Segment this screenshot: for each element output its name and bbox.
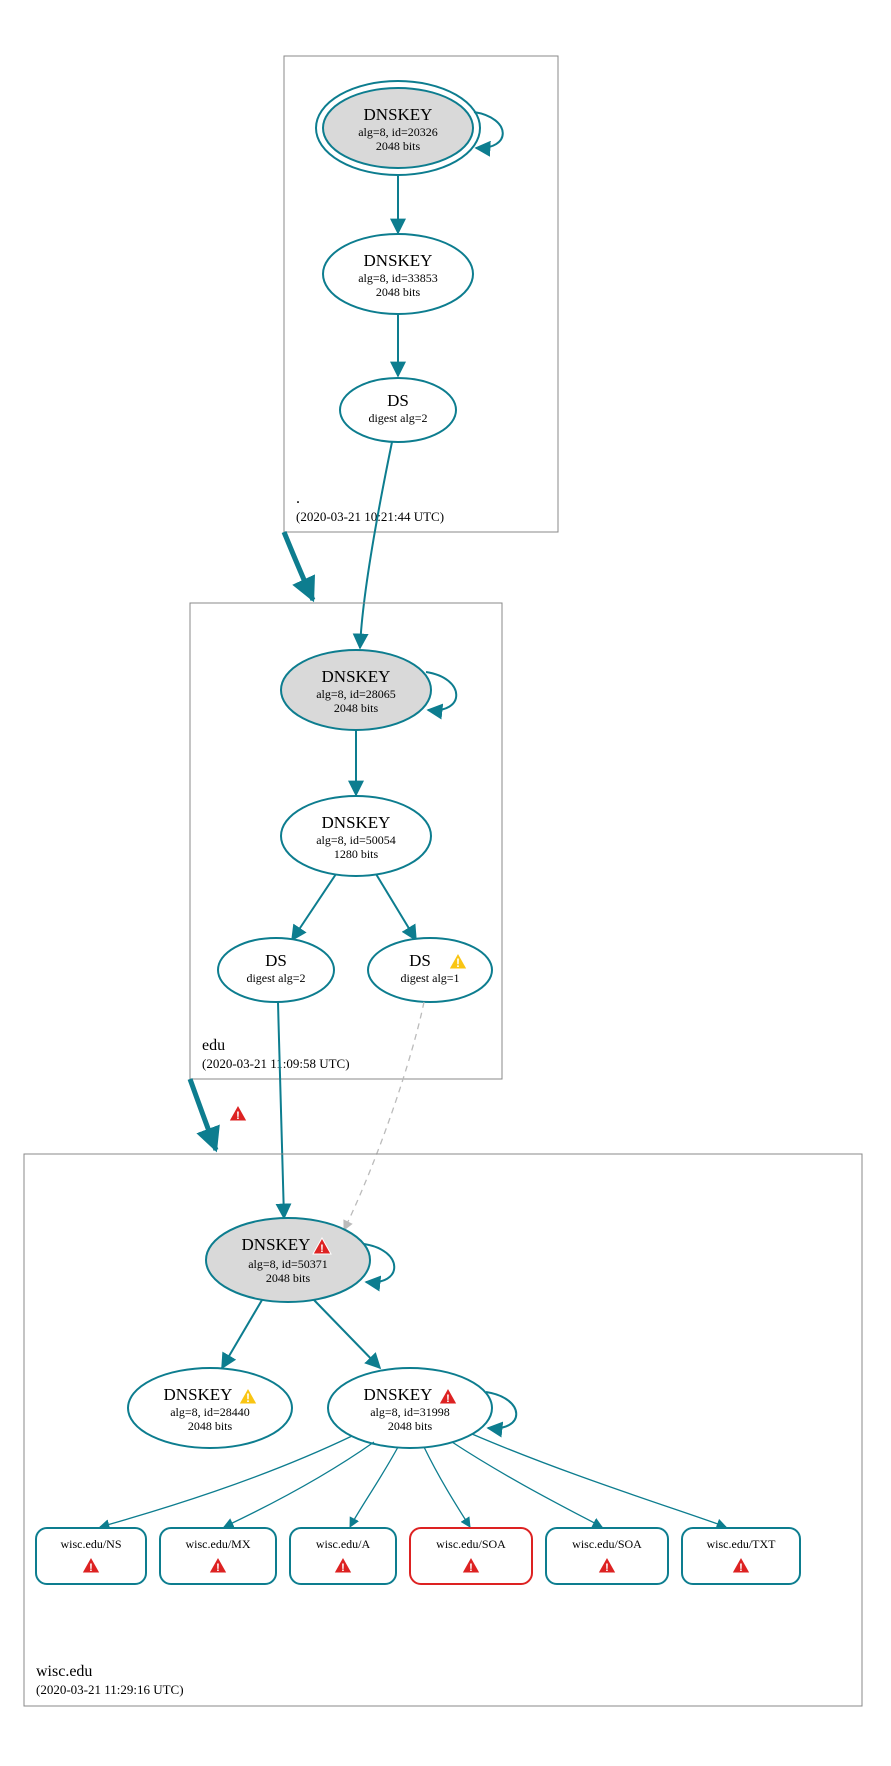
edge-edu-ds2-to-wisc-ksk xyxy=(278,1002,284,1218)
svg-text:!: ! xyxy=(216,1562,220,1574)
svg-text:2048 bits: 2048 bits xyxy=(188,1419,233,1433)
edge-root-ds-to-edu-ksk xyxy=(360,442,392,648)
node-edu-ksk: DNSKEY alg=8, id=28065 2048 bits xyxy=(281,650,431,730)
svg-text:wisc.edu/MX: wisc.edu/MX xyxy=(186,1537,251,1551)
edge-edu-zsk-to-ds2 xyxy=(292,874,336,940)
rrset-a: wisc.edu/A ! xyxy=(290,1528,396,1584)
node-wisc-ksk: DNSKEY alg=8, id=50371 2048 bits ! xyxy=(206,1218,370,1302)
svg-text:DS: DS xyxy=(409,951,431,970)
svg-text:alg=8, id=31998: alg=8, id=31998 xyxy=(370,1405,450,1419)
svg-text:alg=8, id=50054: alg=8, id=50054 xyxy=(316,833,396,847)
edge-zskB-to-mx xyxy=(224,1442,374,1527)
svg-text:DNSKEY: DNSKEY xyxy=(364,251,433,270)
edge-zskB-to-soa2 xyxy=(452,1442,602,1527)
svg-text:digest alg=1: digest alg=1 xyxy=(400,971,459,985)
edge-delegation-edu-to-wisc xyxy=(190,1079,216,1150)
svg-text:!: ! xyxy=(341,1562,345,1574)
node-root-ds: DS digest alg=2 xyxy=(340,378,456,442)
svg-text:DNSKEY: DNSKEY xyxy=(322,813,391,832)
edge-delegation-root-to-edu xyxy=(284,532,313,600)
node-edu-zsk: DNSKEY alg=8, id=50054 1280 bits xyxy=(281,796,431,876)
edge-zskB-to-a xyxy=(350,1447,398,1527)
error-icon: ! xyxy=(229,1105,247,1122)
edge-zskB-to-txt xyxy=(472,1434,726,1527)
svg-text:!: ! xyxy=(320,1243,324,1255)
svg-text:wisc.edu/SOA: wisc.edu/SOA xyxy=(572,1537,642,1551)
svg-text:!: ! xyxy=(236,1110,240,1122)
svg-text:wisc.edu/NS: wisc.edu/NS xyxy=(61,1537,122,1551)
svg-text:!: ! xyxy=(89,1562,93,1574)
svg-text:wisc.edu/A: wisc.edu/A xyxy=(316,1537,371,1551)
svg-text:wisc.edu/TXT: wisc.edu/TXT xyxy=(707,1537,777,1551)
edge-zskB-to-soa1 xyxy=(424,1447,470,1527)
rrset-txt: wisc.edu/TXT ! xyxy=(682,1528,800,1584)
node-wisc-zskA: DNSKEY alg=8, id=28440 2048 bits ! xyxy=(128,1368,292,1448)
svg-text:2048 bits: 2048 bits xyxy=(266,1271,311,1285)
svg-text:alg=8, id=20326: alg=8, id=20326 xyxy=(358,125,438,139)
svg-text:!: ! xyxy=(446,1393,450,1405)
svg-text:2048 bits: 2048 bits xyxy=(388,1419,433,1433)
zone-edu-label: edu xyxy=(202,1037,225,1054)
edge-edu-ds1-to-wisc-ksk xyxy=(344,1002,424,1230)
svg-text:DS: DS xyxy=(387,391,409,410)
svg-text:1280 bits: 1280 bits xyxy=(334,847,379,861)
zone-edu-time: (2020-03-21 11:09:58 UTC) xyxy=(202,1056,350,1071)
svg-text:DNSKEY: DNSKEY xyxy=(364,1385,433,1404)
zone-wisc-label: wisc.edu xyxy=(36,1663,92,1680)
zone-wisc-time: (2020-03-21 11:29:16 UTC) xyxy=(36,1682,184,1697)
svg-text:DNSKEY: DNSKEY xyxy=(164,1385,233,1404)
rrset-mx: wisc.edu/MX ! xyxy=(160,1528,276,1584)
node-edu-ds1: DS digest alg=1 ! xyxy=(368,938,492,1002)
svg-text:DS: DS xyxy=(265,951,287,970)
svg-text:2048 bits: 2048 bits xyxy=(376,139,421,153)
svg-text:!: ! xyxy=(739,1562,743,1574)
rrset-soa: wisc.edu/SOA ! xyxy=(546,1528,668,1584)
zone-root-time: (2020-03-21 10:21:44 UTC) xyxy=(296,509,444,524)
svg-text:!: ! xyxy=(246,1391,250,1405)
node-root-ksk: DNSKEY alg=8, id=20326 2048 bits xyxy=(316,81,480,175)
svg-text:DNSKEY: DNSKEY xyxy=(364,105,433,124)
svg-text:DNSKEY: DNSKEY xyxy=(322,667,391,686)
svg-text:alg=8, id=28440: alg=8, id=28440 xyxy=(170,1405,250,1419)
zone-root-label: . xyxy=(296,490,300,507)
svg-text:wisc.edu/SOA: wisc.edu/SOA xyxy=(436,1537,506,1551)
svg-text:alg=8, id=50371: alg=8, id=50371 xyxy=(248,1257,328,1271)
svg-text:alg=8, id=28065: alg=8, id=28065 xyxy=(316,687,396,701)
svg-text:alg=8, id=33853: alg=8, id=33853 xyxy=(358,271,438,285)
svg-text:digest alg=2: digest alg=2 xyxy=(368,411,427,425)
svg-text:!: ! xyxy=(605,1562,609,1574)
edge-wisc-ksk-to-zskA xyxy=(222,1300,262,1368)
node-root-zsk: DNSKEY alg=8, id=33853 2048 bits xyxy=(323,234,473,314)
rrset-soa-error: wisc.edu/SOA ! xyxy=(410,1528,532,1584)
node-wisc-zskB: DNSKEY alg=8, id=31998 2048 bits ! xyxy=(328,1368,492,1448)
svg-text:DNSKEY: DNSKEY xyxy=(242,1235,311,1254)
svg-text:2048 bits: 2048 bits xyxy=(334,701,379,715)
edge-edu-zsk-to-ds1 xyxy=(376,874,416,940)
svg-text:!: ! xyxy=(456,956,460,970)
svg-text:!: ! xyxy=(469,1562,473,1574)
rrset-ns: wisc.edu/NS ! xyxy=(36,1528,146,1584)
edge-zskB-to-ns xyxy=(100,1436,352,1527)
svg-text:2048 bits: 2048 bits xyxy=(376,285,421,299)
node-edu-ds2: DS digest alg=2 xyxy=(218,938,334,1002)
edge-wisc-ksk-to-zskB xyxy=(314,1300,380,1368)
svg-text:digest alg=2: digest alg=2 xyxy=(246,971,305,985)
